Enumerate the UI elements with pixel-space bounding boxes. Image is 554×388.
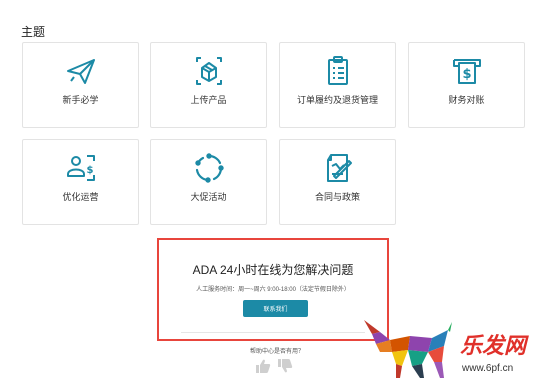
service-hours: 人工服务时间：周一~周六 9:00-18:00（法定节假日除外） xyxy=(196,287,350,293)
clipboard-list-icon xyxy=(327,56,348,85)
user-dollar-icon: $ xyxy=(66,155,95,181)
topic-card-order-fulfillment[interactable]: 订单履约及退货管理 xyxy=(279,42,396,128)
topic-card-upload-product[interactable]: 上传产品 xyxy=(150,42,267,128)
paper-plane-icon xyxy=(66,59,95,84)
watermark-url: www.6pf.cn xyxy=(462,363,514,374)
topic-card-label: 新手必学 xyxy=(62,95,99,105)
topic-card-label: 合同与政策 xyxy=(314,192,360,202)
upload-box-icon xyxy=(195,57,222,85)
help-title: ADA 24小时在线为您解决问题 xyxy=(192,263,354,277)
bull-logo-watermark xyxy=(364,320,452,378)
topic-card-label: 财务对账 xyxy=(448,95,485,105)
thumbs-down-icon[interactable] xyxy=(277,358,293,374)
refresh-cycle-icon xyxy=(194,153,224,183)
contact-us-button[interactable]: 联系我们 xyxy=(243,300,308,317)
svg-text:$: $ xyxy=(86,165,93,176)
topic-card-finance[interactable]: $ 财务对账 xyxy=(408,42,525,128)
topic-card-label: 大促活动 xyxy=(190,192,227,202)
watermark-brand: 乐发网 xyxy=(460,333,527,359)
section-title: 主题 xyxy=(21,25,46,39)
ada-help-panel: ADA 24小时在线为您解决问题 人工服务时间：周一~周六 9:00-18:00… xyxy=(157,238,389,341)
svg-text:$: $ xyxy=(462,67,471,82)
topic-card-label: 订单履约及退货管理 xyxy=(296,95,378,105)
topic-card-optimize-operations[interactable]: $ 优化运营 xyxy=(22,139,139,225)
thumbs-up-icon[interactable] xyxy=(255,358,271,374)
divider xyxy=(181,332,365,333)
topic-card-beginner[interactable]: 新手必学 xyxy=(22,42,139,128)
dollar-bill-icon: $ xyxy=(452,59,481,84)
topic-card-label: 上传产品 xyxy=(190,95,227,105)
topic-card-promotions[interactable]: 大促活动 xyxy=(150,139,267,225)
topic-card-label: 优化运营 xyxy=(62,192,99,202)
topic-card-contract-policy[interactable]: 合同与政策 xyxy=(279,139,396,225)
contract-document-icon xyxy=(326,154,352,182)
